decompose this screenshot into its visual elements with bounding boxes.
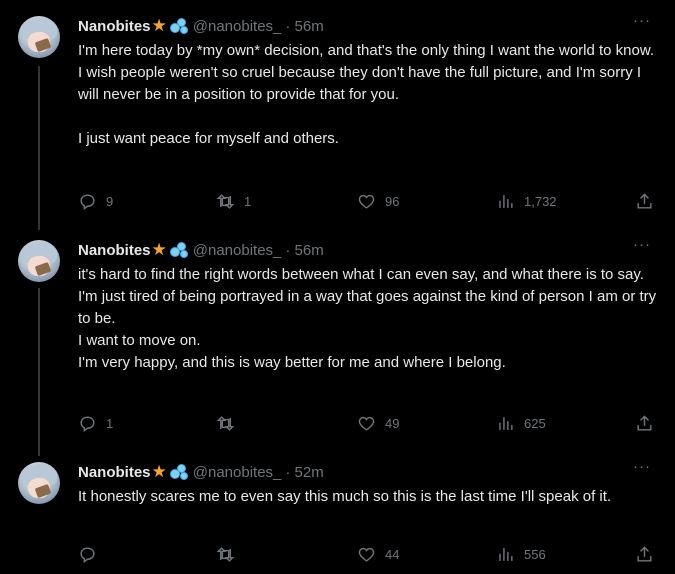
star-emoji-icon: ★ bbox=[151, 462, 167, 481]
views-icon bbox=[499, 416, 513, 430]
share-icon bbox=[637, 192, 652, 209]
views-button[interactable]: 625 bbox=[496, 413, 546, 433]
avatar[interactable] bbox=[18, 462, 60, 504]
tweet-actions: 1 49 625 bbox=[78, 413, 660, 433]
tweet[interactable]: Nanobites ★ @nanobites_ · 56m ··· it's h… bbox=[0, 237, 675, 440]
retweet-button[interactable]: 1 bbox=[216, 191, 251, 211]
display-name[interactable]: Nanobites bbox=[78, 18, 151, 35]
tweet-header: Nanobites ★ @nanobites_ · 56m bbox=[78, 16, 324, 36]
user-handle[interactable]: @nanobites_ bbox=[193, 464, 282, 481]
tweet-text: it's hard to find the right words betwee… bbox=[78, 266, 657, 371]
reply-icon bbox=[80, 193, 95, 210]
avatar[interactable] bbox=[18, 16, 60, 58]
like-button[interactable]: 49 bbox=[357, 413, 399, 433]
tweet-time[interactable]: · 52m bbox=[285, 464, 323, 481]
bubbles-emoji-icon bbox=[169, 18, 188, 34]
display-name[interactable]: Nanobites bbox=[78, 464, 151, 481]
like-count: 44 bbox=[385, 546, 400, 562]
share-icon bbox=[637, 414, 652, 431]
tweet-time[interactable]: · 56m bbox=[285, 18, 323, 35]
like-button[interactable]: 44 bbox=[357, 544, 399, 564]
views-button[interactable]: 1,732 bbox=[496, 191, 557, 211]
reply-button[interactable]: 1 bbox=[78, 413, 113, 433]
star-emoji-icon: ★ bbox=[151, 240, 167, 259]
share-button[interactable] bbox=[635, 413, 654, 433]
like-count: 49 bbox=[385, 415, 400, 431]
retweet-icon bbox=[216, 193, 235, 209]
retweet-button[interactable] bbox=[216, 413, 244, 433]
tweet-header: Nanobites ★ @nanobites_ · 56m bbox=[78, 240, 324, 260]
heart-icon bbox=[358, 194, 375, 209]
more-options-icon[interactable]: ··· bbox=[633, 237, 651, 256]
heart-icon bbox=[358, 547, 375, 562]
views-count: 1,732 bbox=[524, 193, 557, 209]
like-button[interactable]: 96 bbox=[357, 191, 399, 211]
share-button[interactable] bbox=[635, 191, 654, 211]
views-count: 556 bbox=[524, 546, 546, 562]
retweet-button[interactable] bbox=[216, 544, 244, 564]
tweet[interactable]: Nanobites ★ @nanobites_ · 56m ··· I'm he… bbox=[0, 13, 675, 216]
tweet-actions: 44 556 bbox=[78, 544, 660, 564]
tweet-text: I'm here today by *my own* decision, and… bbox=[78, 42, 655, 147]
views-button[interactable]: 556 bbox=[496, 544, 546, 564]
like-count: 96 bbox=[385, 193, 400, 209]
views-icon bbox=[499, 547, 513, 561]
user-handle[interactable]: @nanobites_ bbox=[193, 242, 282, 259]
retweet-icon bbox=[216, 546, 235, 562]
tweet-actions: 9 1 96 1,732 bbox=[78, 191, 660, 211]
reply-button[interactable]: 9 bbox=[78, 191, 113, 211]
bubbles-emoji-icon bbox=[169, 464, 188, 480]
reply-icon bbox=[80, 546, 95, 563]
share-icon bbox=[637, 545, 652, 562]
tweet-text: It honestly scares me to even say this m… bbox=[78, 488, 612, 505]
reply-button[interactable] bbox=[78, 544, 106, 564]
views-count: 625 bbox=[524, 415, 546, 431]
avatar[interactable] bbox=[18, 240, 60, 282]
more-options-icon[interactable]: ··· bbox=[633, 459, 651, 478]
heart-icon bbox=[358, 416, 375, 431]
star-emoji-icon: ★ bbox=[151, 16, 167, 35]
reply-icon bbox=[80, 415, 95, 432]
display-name[interactable]: Nanobites bbox=[78, 242, 151, 259]
reply-count: 1 bbox=[106, 415, 114, 431]
views-icon bbox=[499, 194, 513, 208]
retweet-icon bbox=[216, 415, 235, 431]
share-button[interactable] bbox=[635, 544, 654, 564]
tweet-time[interactable]: · 56m bbox=[285, 242, 323, 259]
bubbles-emoji-icon bbox=[169, 242, 188, 258]
more-options-icon[interactable]: ··· bbox=[633, 13, 651, 32]
tweet[interactable]: Nanobites ★ @nanobites_ · 52m ··· It hon… bbox=[0, 459, 675, 574]
tweet-header: Nanobites ★ @nanobites_ · 52m bbox=[78, 462, 324, 482]
retweet-count: 1 bbox=[244, 193, 252, 209]
reply-count: 9 bbox=[106, 193, 114, 209]
user-handle[interactable]: @nanobites_ bbox=[193, 18, 282, 35]
